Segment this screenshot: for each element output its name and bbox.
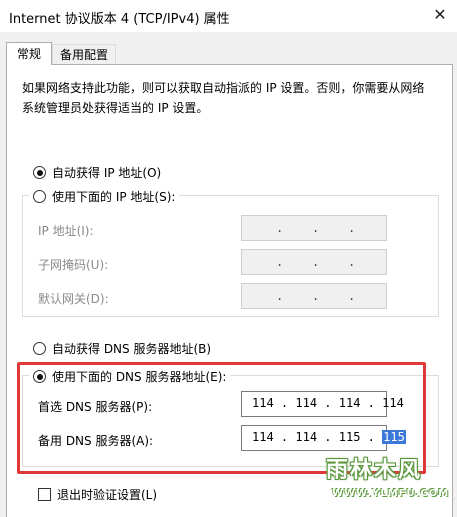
watermark-logo: 雨林木风 (326, 458, 423, 483)
radio-auto-dns-label: 自动获得 DNS 服务器地址(B) (52, 342, 212, 356)
default-gateway-input[interactable]: ... (241, 283, 387, 309)
radio-auto-dns-indicator[interactable] (33, 342, 46, 355)
validate-on-exit-box[interactable] (38, 488, 51, 501)
subnet-mask-label: 子网掩码(U): (38, 258, 109, 272)
ip-address-label: IP 地址(I): (38, 224, 94, 238)
radio-manual-ip[interactable]: 使用下面的 IP 地址(S): (29, 188, 180, 205)
watermark: 雨林木风 WWW.YLMFU.COM (322, 446, 450, 510)
radio-manual-ip-indicator[interactable] (33, 190, 46, 203)
subnet-mask-input[interactable]: ... (241, 249, 387, 275)
ip-address-input[interactable]: ... (241, 215, 387, 241)
description-text: 如果网络支持此功能，则可以获取自动指派的 IP 设置。否则，你需要从网络系统管理… (22, 81, 425, 115)
validate-on-exit-label: 退出时验证设置(L) (57, 488, 158, 502)
tab-general[interactable]: 常规 (6, 42, 52, 65)
radio-auto-ip[interactable]: 自动获得 IP 地址(O) (33, 164, 161, 181)
radio-auto-ip-label: 自动获得 IP 地址(O) (52, 166, 162, 180)
radio-auto-ip-indicator[interactable] (33, 166, 46, 179)
tab-alternate-config[interactable]: 备用配置 (52, 44, 116, 65)
radio-manual-ip-label: 使用下面的 IP 地址(S): (52, 190, 176, 204)
window-title: Internet 协议版本 4 (TCP/IPv4) 属性 (9, 12, 230, 27)
title-bar: Internet 协议版本 4 (TCP/IPv4) 属性 ✕ (0, 0, 457, 32)
default-gateway-label: 默认网关(D): (38, 292, 109, 306)
radio-auto-dns[interactable]: 自动获得 DNS 服务器地址(B) (33, 340, 211, 357)
close-icon[interactable]: ✕ (429, 4, 451, 26)
watermark-url: WWW.YLMFU.COM (332, 488, 450, 499)
validate-on-exit-checkbox[interactable]: 退出时验证设置(L) (38, 486, 157, 503)
